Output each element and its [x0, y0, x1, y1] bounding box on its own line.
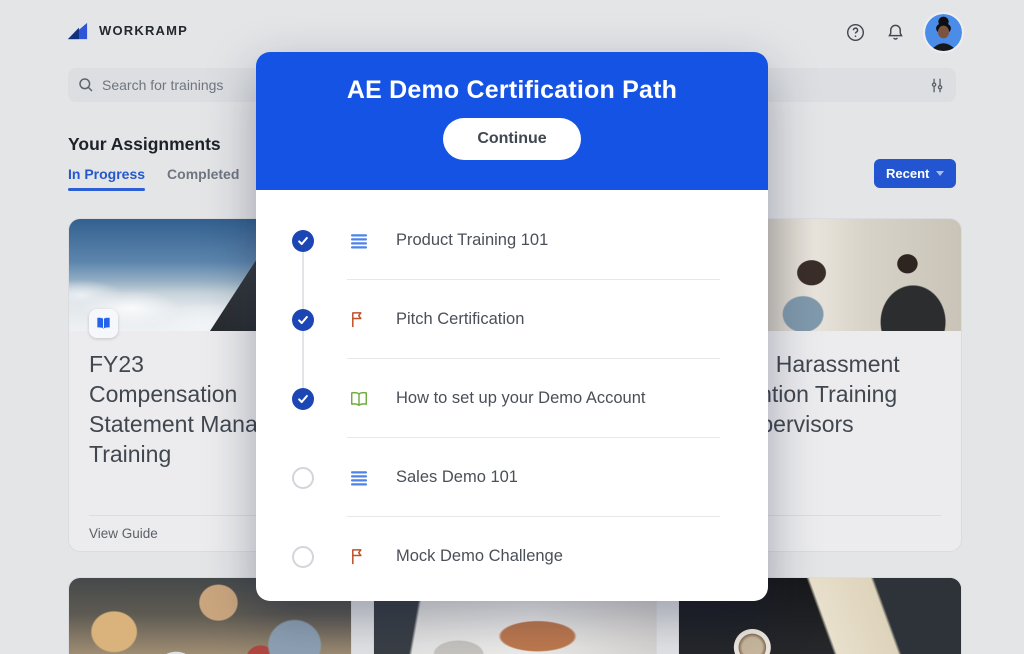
search-icon	[78, 77, 94, 93]
brand-name: WORKRAMP	[99, 23, 188, 38]
list-icon	[348, 230, 369, 251]
recent-sort-button[interactable]: Recent	[874, 159, 956, 188]
guide-book-badge-icon	[89, 309, 118, 338]
flag-icon	[348, 309, 369, 330]
certification-path-modal: AE Demo Certification Path Continue Prod…	[256, 52, 768, 601]
modal-header: AE Demo Certification Path Continue	[256, 52, 768, 190]
path-item-mock-demo[interactable]: Mock Demo Challenge	[256, 517, 768, 596]
chevron-down-icon	[936, 171, 944, 176]
incomplete-circle-icon	[292, 546, 314, 568]
completed-check-icon	[292, 230, 314, 252]
incomplete-circle-icon	[292, 467, 314, 489]
workramp-logo-icon	[66, 19, 89, 42]
path-item-demo-account[interactable]: How to set up your Demo Account	[256, 359, 768, 438]
tab-in-progress[interactable]: In Progress	[68, 166, 145, 191]
help-icon[interactable]	[845, 23, 865, 43]
path-item-pitch-certification[interactable]: Pitch Certification	[256, 280, 768, 359]
open-book-icon	[348, 388, 369, 409]
list-icon	[348, 467, 369, 488]
modal-body: Product Training 101 Pitch Certification	[256, 190, 768, 596]
continue-button[interactable]: Continue	[443, 118, 580, 160]
modal-title: AE Demo Certification Path	[347, 76, 677, 105]
workramp-logo[interactable]: WORKRAMP	[66, 19, 188, 42]
recent-sort-label: Recent	[886, 166, 929, 181]
path-item-sales-demo[interactable]: Sales Demo 101	[256, 438, 768, 517]
assignments-tabs: In Progress Completed All	[68, 166, 279, 191]
workramp-app: WORKRAMP	[0, 0, 1024, 654]
path-item-label: Product Training 101	[396, 231, 548, 250]
completed-check-icon	[292, 309, 314, 331]
completed-check-icon	[292, 388, 314, 410]
path-item-label: Mock Demo Challenge	[396, 547, 563, 566]
notifications-bell-icon[interactable]	[885, 23, 905, 43]
filter-sliders-icon[interactable]	[929, 77, 946, 94]
page-title: Your Assignments	[68, 134, 221, 155]
path-item-product-training[interactable]: Product Training 101	[256, 201, 768, 280]
path-item-label: Sales Demo 101	[396, 468, 518, 487]
path-item-label: Pitch Certification	[396, 310, 524, 329]
view-guide-link[interactable]: View Guide	[89, 526, 158, 541]
flag-icon	[348, 546, 369, 567]
avatar[interactable]	[925, 14, 962, 51]
path-item-label: How to set up your Demo Account	[396, 389, 645, 408]
tab-completed[interactable]: Completed	[167, 166, 239, 191]
